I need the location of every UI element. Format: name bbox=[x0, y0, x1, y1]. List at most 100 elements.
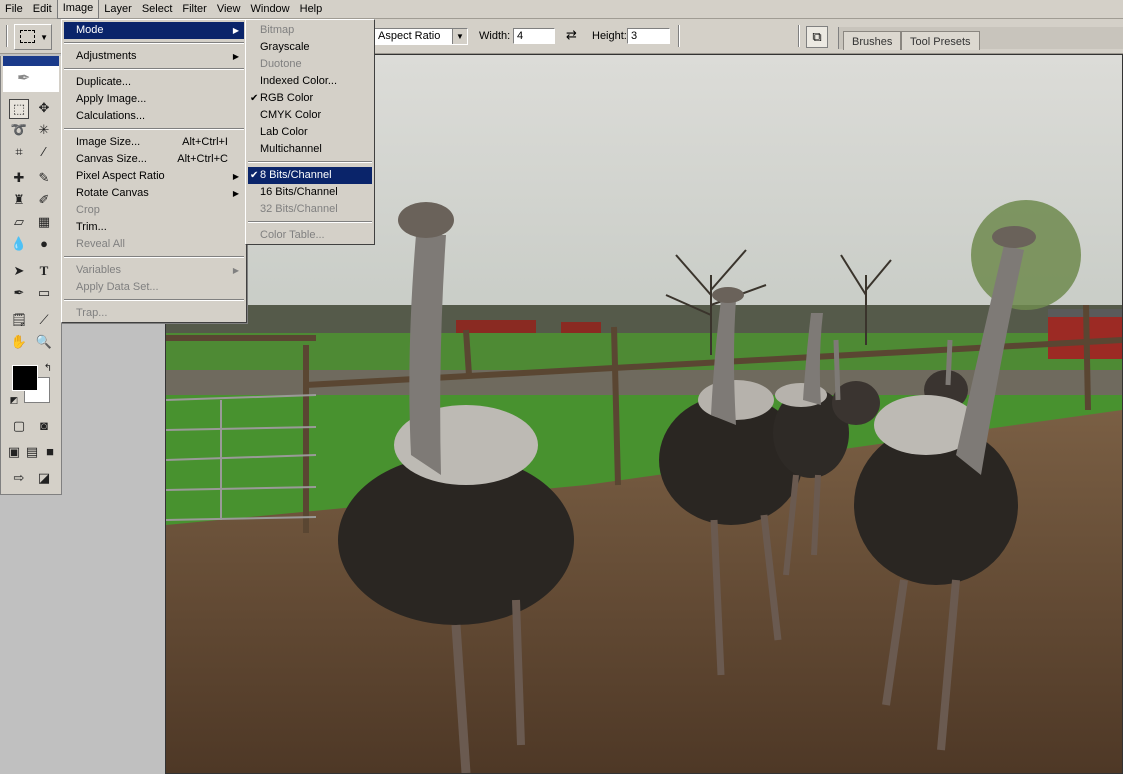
mode-item-lab-color[interactable]: Lab Color bbox=[248, 124, 372, 141]
menu-window[interactable]: Window bbox=[246, 0, 295, 18]
menu-item-image-size[interactable]: Image Size... Alt+Ctrl+I bbox=[64, 134, 244, 151]
menu-separator bbox=[248, 161, 372, 163]
mode-item-cmyk-color[interactable]: CMYK Color bbox=[248, 107, 372, 124]
screen-mode-standard-icon[interactable]: ▣ bbox=[4, 442, 24, 462]
menu-item-calculations[interactable]: Calculations... bbox=[64, 108, 244, 125]
menu-view[interactable]: View bbox=[212, 0, 246, 18]
height-label: Height: bbox=[592, 30, 627, 42]
mode-item-duotone[interactable]: Duotone bbox=[248, 56, 372, 73]
screen-mode-full-icon[interactable]: ■ bbox=[40, 442, 60, 462]
tab-brushes[interactable]: Brushes bbox=[843, 31, 902, 50]
gradient-icon[interactable]: ▦ bbox=[34, 212, 54, 232]
zoom-icon[interactable]: 🔍 bbox=[34, 332, 54, 352]
slice-icon[interactable]: ⁄ bbox=[34, 142, 54, 162]
lasso-icon[interactable]: ➰ bbox=[9, 120, 29, 140]
path-selection-icon[interactable]: ➤ bbox=[9, 261, 29, 281]
menu-item-reveal-all[interactable]: Reveal All bbox=[64, 236, 244, 253]
menu-item-variables[interactable]: Variables ▶ bbox=[64, 262, 244, 279]
submenu-arrow-icon: ▶ bbox=[232, 26, 239, 35]
menu-item-label: Canvas Size... bbox=[76, 153, 147, 165]
menu-item-trap[interactable]: Trap... bbox=[64, 305, 244, 322]
mode-item-rgb-color[interactable]: ✔ RGB Color bbox=[248, 90, 372, 107]
app-logo: ✒ bbox=[3, 56, 59, 92]
menu-item-apply-data-set[interactable]: Apply Data Set... bbox=[64, 279, 244, 296]
eraser-icon[interactable]: ▱ bbox=[9, 212, 29, 232]
jump-to-imageready-icon[interactable]: ⇨ bbox=[9, 468, 29, 488]
submenu-arrow-icon: ▶ bbox=[232, 172, 239, 181]
magic-wand-icon[interactable]: ✳ bbox=[34, 120, 54, 140]
menu-separator bbox=[64, 299, 244, 301]
mode-item-32-bits-channel[interactable]: 32 Bits/Channel bbox=[248, 201, 372, 218]
height-field[interactable]: 3 bbox=[627, 28, 670, 44]
style-select[interactable]: Aspect Ratio ▼ bbox=[374, 28, 468, 45]
submenu-arrow-icon: ▶ bbox=[232, 189, 239, 198]
menu-item-adjustments[interactable]: Adjustments ▶ bbox=[64, 48, 244, 65]
swap-colors-icon[interactable]: ↰ bbox=[38, 359, 58, 379]
history-brush-icon[interactable]: ✐ bbox=[34, 190, 54, 210]
menu-item-label: Image Size... bbox=[76, 136, 141, 148]
checkmark-icon: ✔ bbox=[250, 93, 259, 104]
menu-item-trim[interactable]: Trim... bbox=[64, 219, 244, 236]
mode-item-8-bits-channel[interactable]: ✔ 8 Bits/Channel bbox=[248, 167, 372, 184]
chevron-down-icon: ▼ bbox=[40, 33, 48, 42]
menu-separator bbox=[64, 256, 244, 258]
menu-item-rotate-canvas[interactable]: Rotate Canvas ▶ bbox=[64, 185, 244, 202]
menu-image[interactable]: Image bbox=[56, 0, 100, 19]
mode-item-bitmap[interactable]: Bitmap bbox=[248, 22, 372, 39]
palette-toggle-icon[interactable]: ⧉ bbox=[806, 26, 828, 48]
tab-tool-presets[interactable]: Tool Presets bbox=[901, 31, 980, 50]
eyedropper-icon[interactable]: ⟋ bbox=[34, 310, 54, 330]
tool-preset-picker[interactable]: ▼ bbox=[14, 24, 52, 50]
mode-item-grayscale[interactable]: Grayscale bbox=[248, 39, 372, 56]
menu-item-duplicate[interactable]: Duplicate... bbox=[64, 74, 244, 91]
hand-icon[interactable]: ✋ bbox=[9, 332, 29, 352]
swap-dimensions-icon[interactable]: ⇄ bbox=[566, 27, 577, 43]
foreground-color-swatch[interactable] bbox=[12, 365, 38, 391]
crop-icon[interactable]: ⌗ bbox=[9, 142, 29, 162]
standard-mode-icon[interactable]: ▢ bbox=[9, 416, 29, 436]
shape-icon[interactable]: ▭ bbox=[34, 283, 54, 303]
menu-bar: File Edit Image Layer Select Filter View… bbox=[0, 0, 1123, 19]
mode-item-multichannel[interactable]: Multichannel bbox=[248, 141, 372, 158]
menu-select[interactable]: Select bbox=[137, 0, 178, 18]
menu-layer[interactable]: Layer bbox=[99, 0, 137, 18]
mode-item-color-table[interactable]: Color Table... bbox=[248, 227, 372, 244]
blur-icon[interactable]: 💧 bbox=[9, 234, 29, 254]
quick-mask-icon[interactable]: ◙ bbox=[34, 416, 54, 436]
menu-separator bbox=[64, 42, 244, 44]
mode-item-16-bits-channel[interactable]: 16 Bits/Channel bbox=[248, 184, 372, 201]
mode-item-indexed-color[interactable]: Indexed Color... bbox=[248, 73, 372, 90]
palette-well: Brushes Tool Presets bbox=[838, 27, 1123, 50]
move-icon[interactable]: ✥ bbox=[34, 98, 54, 118]
menu-item-shortcut: Alt+Ctrl+I bbox=[182, 136, 228, 148]
chevron-down-icon[interactable]: ▼ bbox=[452, 29, 467, 44]
healing-brush-icon[interactable]: ✚ bbox=[9, 168, 29, 188]
menu-filter[interactable]: Filter bbox=[177, 0, 211, 18]
brush-icon[interactable]: ✎ bbox=[34, 168, 54, 188]
submenu-arrow-icon: ▶ bbox=[232, 52, 239, 61]
menu-item-label: Pixel Aspect Ratio bbox=[76, 170, 165, 182]
screen-mode-full-menu-icon[interactable]: ▤ bbox=[22, 442, 42, 462]
width-label: Width: bbox=[479, 30, 511, 42]
width-field[interactable]: 4 bbox=[513, 28, 555, 44]
menu-help[interactable]: Help bbox=[295, 0, 328, 18]
menu-file[interactable]: File bbox=[0, 0, 28, 18]
type-icon[interactable]: T bbox=[34, 261, 54, 281]
menu-item-pixel-aspect-ratio[interactable]: Pixel Aspect Ratio ▶ bbox=[64, 168, 244, 185]
clone-stamp-icon[interactable]: ♜ bbox=[9, 190, 29, 210]
pen-icon[interactable]: ✒ bbox=[9, 283, 29, 303]
notes-icon[interactable]: 🗒 bbox=[9, 310, 29, 330]
marquee-icon[interactable]: ⬚ bbox=[9, 99, 29, 119]
dodge-icon[interactable]: ● bbox=[34, 234, 54, 254]
menu-separator bbox=[64, 68, 244, 70]
default-colors-icon[interactable]: ◩ bbox=[4, 390, 24, 410]
options-separator bbox=[798, 25, 800, 47]
menu-item-crop[interactable]: Crop bbox=[64, 202, 244, 219]
menu-item-apply-image[interactable]: Apply Image... bbox=[64, 91, 244, 108]
imageready-icon[interactable]: ◪ bbox=[34, 468, 54, 488]
style-select-value: Aspect Ratio bbox=[378, 30, 441, 42]
submenu-arrow-icon: ▶ bbox=[232, 266, 239, 275]
menu-item-canvas-size[interactable]: Canvas Size... Alt+Ctrl+C bbox=[64, 151, 244, 168]
menu-edit[interactable]: Edit bbox=[28, 0, 57, 18]
menu-item-mode[interactable]: Mode ▶ bbox=[64, 22, 244, 39]
